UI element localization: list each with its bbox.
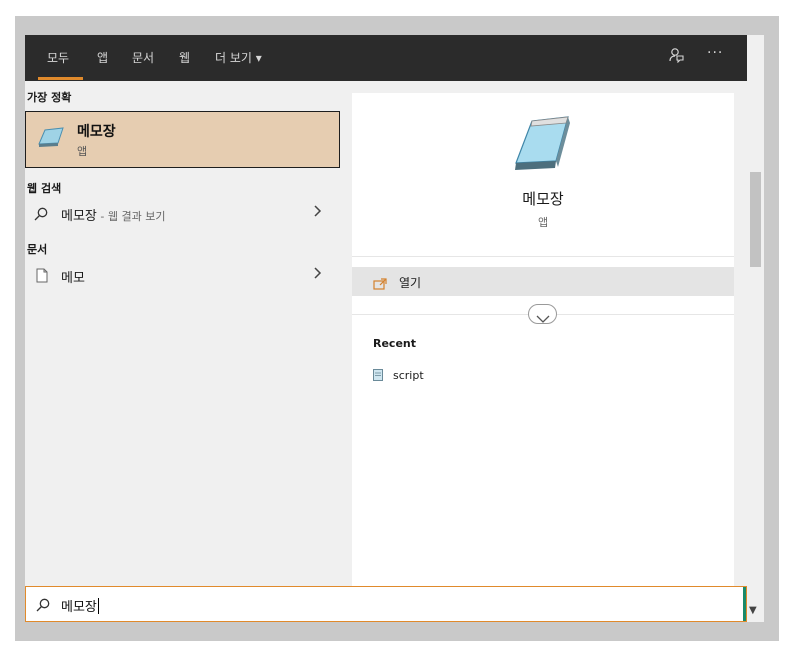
tab-all[interactable]: 모두	[47, 49, 69, 66]
notepad-large-icon	[510, 113, 574, 177]
web-search-query: 메모장	[61, 209, 97, 224]
more-icon[interactable]: ···	[707, 45, 723, 61]
preview-subtitle: 앱	[537, 216, 549, 229]
search-accent-bar	[743, 587, 746, 621]
recent-header: Recent	[373, 337, 417, 350]
web-search-header: 웹 검색	[27, 182, 62, 195]
open-icon	[373, 275, 387, 294]
feedback-icon[interactable]	[668, 47, 684, 67]
tab-documents[interactable]: 문서	[132, 49, 154, 66]
scrollbar[interactable]: ▼	[747, 35, 764, 622]
chevron-down-icon	[536, 309, 550, 328]
open-label: 열기	[399, 276, 422, 290]
chevron-right-icon	[313, 203, 323, 223]
chevron-right-icon	[313, 265, 323, 285]
web-search-item[interactable]: 메모장 - 웹 결과 보기	[25, 201, 341, 227]
search-box[interactable]: 메모장	[25, 586, 747, 622]
document-label: 메모	[61, 271, 85, 286]
tab-web[interactable]: 웹	[179, 49, 190, 66]
expand-button[interactable]	[528, 304, 557, 324]
text-caret	[97, 598, 99, 614]
document-item[interactable]: 메모	[25, 263, 341, 289]
preview-pane: 메모장 앱 열기 Recent script	[352, 93, 734, 586]
scroll-down-icon[interactable]: ▼	[749, 605, 757, 616]
start-search-panel: 모두 앱 문서 웹 더 보기 ▾ ··· 가장 정확 메모장 앱 웹 검색 메모…	[25, 35, 747, 622]
best-match-header: 가장 정확	[27, 91, 72, 104]
text-file-icon	[373, 369, 383, 384]
recent-item[interactable]: script	[373, 369, 424, 384]
recent-item-label: script	[393, 369, 424, 382]
search-scope-bar: 모두 앱 문서 웹 더 보기 ▾ ···	[25, 35, 747, 81]
document-icon	[36, 268, 48, 287]
open-action[interactable]: 열기	[352, 267, 734, 296]
tab-apps[interactable]: 앱	[97, 49, 108, 66]
results-list: 가장 정확 메모장 앱 웹 검색 메모장 - 웹 결과 보기 문서 메모	[25, 81, 341, 586]
documents-header: 문서	[27, 243, 48, 256]
divider	[352, 256, 734, 257]
search-icon	[36, 597, 50, 616]
best-match-item[interactable]: 메모장 앱	[25, 111, 340, 168]
notepad-icon	[36, 124, 66, 152]
search-icon	[34, 206, 48, 225]
search-input[interactable]: 메모장	[61, 596, 99, 615]
active-tab-indicator	[38, 77, 83, 80]
best-match-title: 메모장	[77, 124, 116, 140]
scrollbar-thumb[interactable]	[750, 172, 761, 267]
search-value: 메모장	[61, 600, 97, 615]
tab-more[interactable]: 더 보기 ▾	[215, 49, 262, 66]
best-match-subtitle: 앱	[77, 145, 88, 158]
preview-title: 메모장	[522, 190, 564, 208]
web-search-text: 메모장 - 웹 결과 보기	[61, 205, 165, 224]
web-search-suffix: - 웹 결과 보기	[96, 210, 166, 223]
